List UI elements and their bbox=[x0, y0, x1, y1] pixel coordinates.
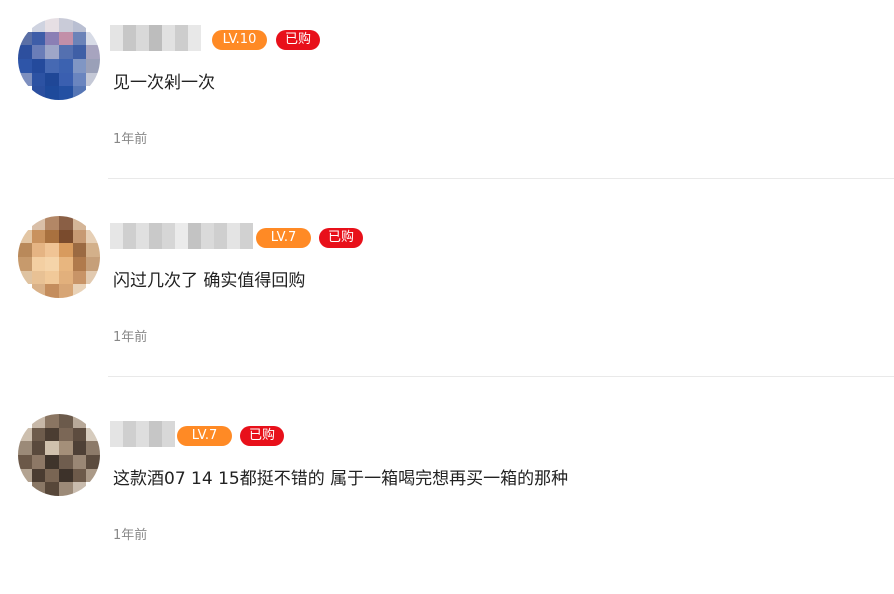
purchased-badge: 已购 bbox=[276, 30, 320, 50]
comment-text: 闪过几次了 确实值得回购 bbox=[113, 271, 306, 291]
comment-text: 这款酒07 14 15都挺不错的 属于一箱喝完想再买一箱的那种 bbox=[113, 469, 569, 489]
avatar[interactable] bbox=[18, 216, 100, 298]
avatar[interactable] bbox=[18, 18, 100, 100]
comment-item: LV.7 已购 这款酒07 14 15都挺不错的 属于一箱喝完想再买一箱的那种 … bbox=[0, 396, 894, 594]
divider bbox=[108, 178, 894, 179]
username-blurred[interactable] bbox=[110, 25, 201, 51]
comment-item: LV.10 已购 见一次剁一次 1年前 bbox=[0, 0, 894, 198]
level-badge: LV.7 bbox=[177, 426, 232, 446]
level-badge: LV.7 bbox=[256, 228, 311, 248]
divider bbox=[108, 376, 894, 377]
avatar[interactable] bbox=[18, 414, 100, 496]
level-badge: LV.10 bbox=[212, 30, 267, 50]
comment-time: 1年前 bbox=[113, 528, 148, 543]
comment-time: 1年前 bbox=[113, 132, 148, 147]
comment-text: 见一次剁一次 bbox=[113, 73, 215, 93]
username-blurred[interactable] bbox=[110, 223, 253, 249]
comment-time: 1年前 bbox=[113, 330, 148, 345]
comment-item: LV.7 已购 闪过几次了 确实值得回购 1年前 bbox=[0, 198, 894, 396]
username-blurred[interactable] bbox=[110, 421, 175, 447]
purchased-badge: 已购 bbox=[240, 426, 284, 446]
purchased-badge: 已购 bbox=[319, 228, 363, 248]
